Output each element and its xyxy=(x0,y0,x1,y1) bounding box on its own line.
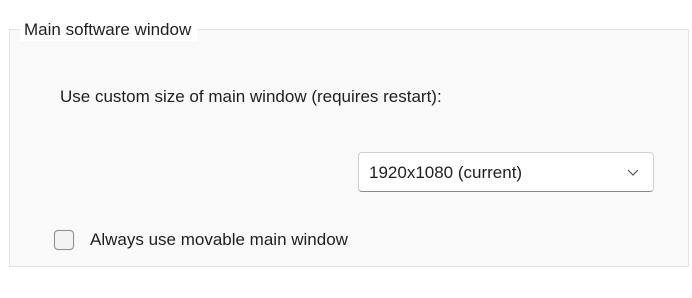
custom-size-label: Use custom size of main window (requires… xyxy=(60,87,442,106)
movable-window-label[interactable]: Always use movable main window xyxy=(90,229,348,251)
window-size-selected-value: 1920x1080 (current) xyxy=(369,163,523,182)
chevron-down-icon xyxy=(627,169,639,176)
movable-window-checkbox[interactable] xyxy=(54,230,74,250)
groupbox-title: Main software window xyxy=(20,19,198,41)
window-size-dropdown[interactable]: 1920x1080 (current) xyxy=(358,152,654,192)
